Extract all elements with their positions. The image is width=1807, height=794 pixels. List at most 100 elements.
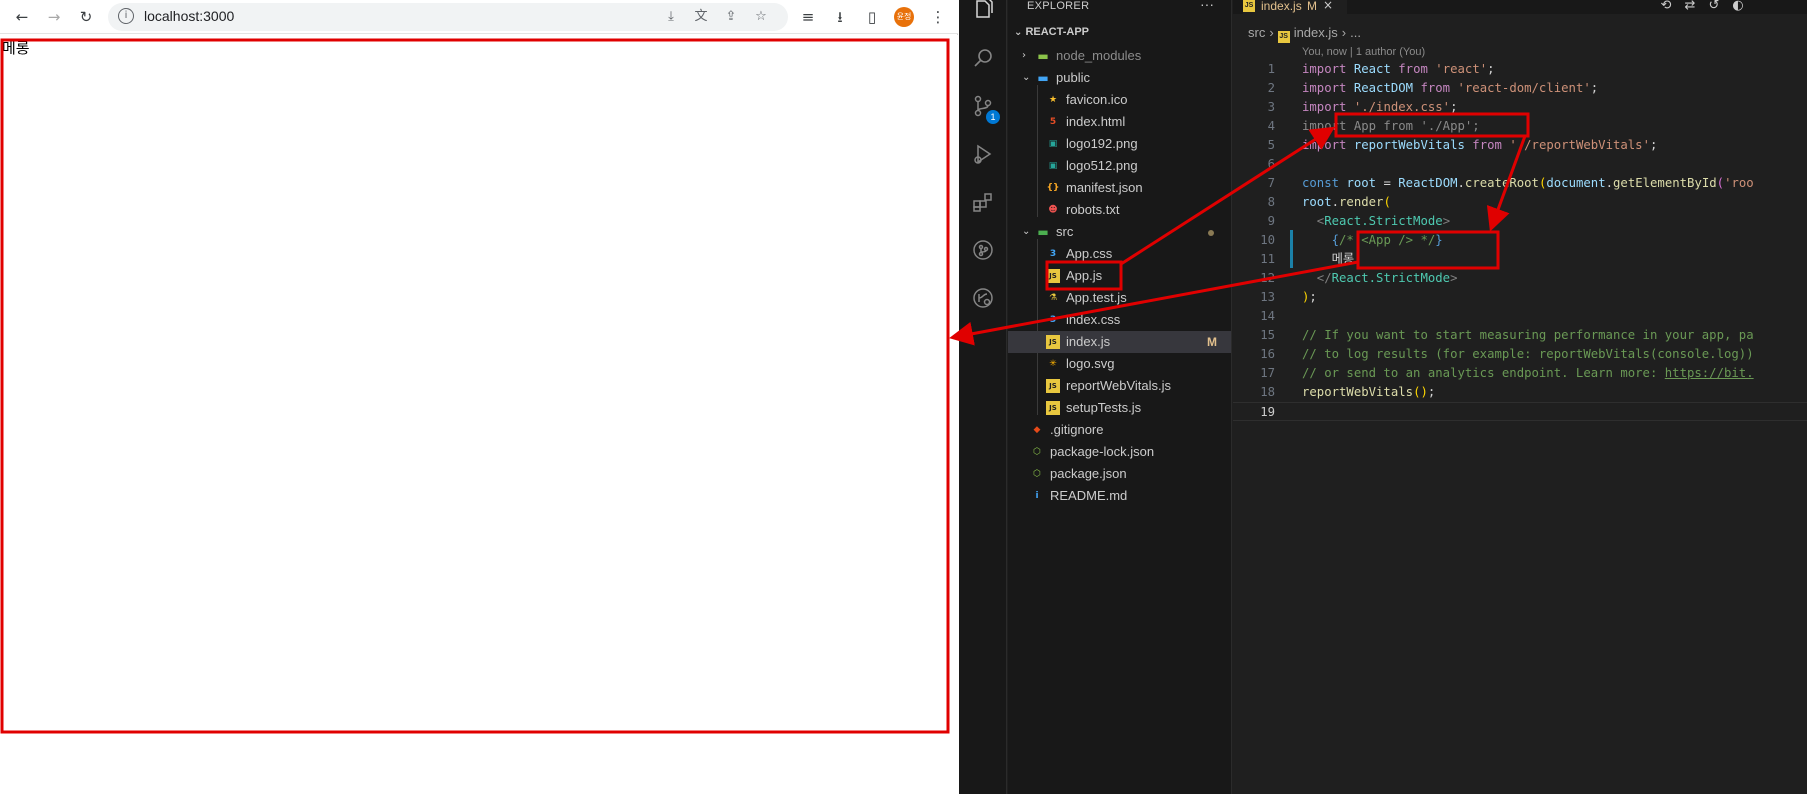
back-arrow-icon[interactable]: ← <box>11 6 33 28</box>
tree-item-label[interactable]: index.html <box>1066 111 1125 133</box>
address-bar[interactable]: i localhost:3000 ⤓ 文 ⇪ ☆ <box>108 3 788 31</box>
tree-item-index-js[interactable]: JS index.js M <box>1008 331 1231 353</box>
remote-explorer-icon[interactable] <box>971 286 995 310</box>
code-comment[interactable]: // to log results (for example: reportWe… <box>1302 345 1754 364</box>
code-line[interactable]: 14 <box>1233 307 1807 326</box>
chevron-down-icon[interactable]: ⌄ <box>1022 221 1032 243</box>
tree-item-index-css[interactable]: 3 index.css <box>1008 309 1231 331</box>
code-line[interactable]: 2 import ReactDOM from 'react-dom/client'… <box>1233 79 1807 98</box>
share-icon[interactable]: ⇪ <box>721 7 741 27</box>
open-changes-icon[interactable]: ◐ <box>1729 0 1747 14</box>
profile-avatar[interactable]: 윤정 <box>894 7 914 27</box>
code-line[interactable]: 8 root.render( <box>1233 193 1807 212</box>
go-back-change-icon[interactable]: ↺ <box>1705 0 1723 14</box>
code-line[interactable]: 17 // or send to an analytics endpoint. L… <box>1233 364 1807 383</box>
code-text[interactable]: {/* <App /> */} <box>1302 231 1443 250</box>
code-text[interactable]: import reportWebVitals from './reportWeb… <box>1302 136 1657 155</box>
tree-item-logo-svg[interactable]: ✳ logo.svg <box>1008 353 1231 375</box>
code-line[interactable]: 13); <box>1233 288 1807 307</box>
tree-item-label[interactable]: index.css <box>1066 309 1120 331</box>
code-link[interactable]: https://bit. <box>1665 366 1754 380</box>
tree-item-label[interactable]: index.js <box>1066 331 1110 353</box>
tree-item-app-test-js[interactable]: ⚗ App.test.js <box>1008 287 1231 309</box>
tree-item-index-html[interactable]: 5 index.html <box>1008 111 1231 133</box>
code-line[interactable]: 5 import reportWebVitals from './reportWe… <box>1233 136 1807 155</box>
code-text-unused[interactable]: import App from './App'; <box>1302 117 1480 136</box>
explorer-more-actions-icon[interactable]: ··· <box>1200 0 1214 12</box>
tree-item-label[interactable]: reportWebVitals.js <box>1066 375 1171 397</box>
tree-item-gitignore[interactable]: ◆ .gitignore <box>1008 419 1231 441</box>
explorer-files-icon[interactable] <box>971 0 995 20</box>
code-text[interactable]: import './index.css'; <box>1302 98 1457 117</box>
translate-icon[interactable]: 文 <box>691 7 711 27</box>
tree-item-manifest-json[interactable]: {} manifest.json <box>1008 177 1231 199</box>
tree-item-label[interactable]: node_modules <box>1056 45 1141 67</box>
tree-item-node-modules[interactable]: › ▬ node_modules <box>1008 45 1231 67</box>
timeline-history-icon[interactable]: ⟲ <box>1657 0 1675 14</box>
tree-item-robots-txt[interactable]: ☻ robots.txt <box>1008 199 1231 221</box>
tree-item-public[interactable]: ⌄ ▬ public <box>1008 67 1231 89</box>
tree-item-label[interactable]: App.css <box>1066 243 1112 265</box>
code-comment[interactable]: // If you want to start measuring perfor… <box>1302 326 1754 345</box>
tree-item-setuptests-js[interactable]: JS setupTests.js <box>1008 397 1231 419</box>
code-line[interactable]: 7 const root = ReactDOM.createRoot(docume… <box>1233 174 1807 193</box>
code-line[interactable]: 1 import React from 'react'; <box>1233 60 1807 79</box>
code-text[interactable]: <React.StrictMode> <box>1302 212 1450 231</box>
tree-item-src[interactable]: ⌄ ▬ src <box>1008 221 1231 243</box>
tree-item-logo512-png[interactable]: ▣ logo512.png <box>1008 155 1231 177</box>
tree-item-label[interactable]: manifest.json <box>1066 177 1143 199</box>
side-panel-icon[interactable]: ▯ <box>861 6 883 28</box>
code-line[interactable]: 18 reportWebVitals(); <box>1233 383 1807 402</box>
git-graph-icon[interactable] <box>971 238 995 262</box>
project-folder-header[interactable]: ⌄ REACT-APP <box>1014 26 1089 38</box>
tree-item-reportwebvitals-js[interactable]: JS reportWebVitals.js <box>1008 375 1231 397</box>
tree-item-label[interactable]: package.json <box>1050 463 1127 485</box>
project-name[interactable]: REACT-APP <box>1025 26 1089 38</box>
tree-item-label[interactable]: logo512.png <box>1066 155 1138 177</box>
tree-item-label[interactable]: public <box>1056 67 1090 89</box>
kebab-menu-icon[interactable]: ⋮ <box>927 6 949 28</box>
reload-icon[interactable]: ↻ <box>75 6 97 28</box>
tree-item-readme-md[interactable]: i README.md <box>1008 485 1231 507</box>
code-line[interactable]: 6 <box>1233 155 1807 174</box>
code-text[interactable]: reportWebVitals(); <box>1302 383 1435 402</box>
code-text[interactable]: import React from 'react'; <box>1302 60 1495 79</box>
tree-item-favicon-ico[interactable]: ★ favicon.ico <box>1008 89 1231 111</box>
extensions-icon[interactable] <box>971 190 995 214</box>
breadcrumb-file[interactable]: index.js <box>1294 25 1338 40</box>
git-blame-codelens[interactable]: You, now | 1 author (You) <box>1302 46 1425 58</box>
tab-label[interactable]: index.js <box>1261 0 1302 12</box>
tree-item-app-js[interactable]: JS App.js <box>1008 265 1231 287</box>
chevron-right-icon[interactable]: › <box>1022 45 1032 67</box>
tree-item-label[interactable]: src <box>1056 221 1073 243</box>
close-icon[interactable]: × <box>1323 0 1333 11</box>
run-debug-icon[interactable] <box>971 142 995 166</box>
code-text[interactable]: const root = ReactDOM.createRoot(documen… <box>1302 174 1754 193</box>
code-line[interactable]: 11 메롱 <box>1233 250 1807 269</box>
tree-item-label[interactable]: logo192.png <box>1066 133 1138 155</box>
code-text[interactable]: 메롱 <box>1302 250 1355 269</box>
reading-list-icon[interactable]: ≡ <box>797 6 819 28</box>
code-line[interactable]: 16 // to log results (for example: report… <box>1233 345 1807 364</box>
tab-index-js[interactable]: JS index.js M × <box>1243 0 1347 14</box>
tree-item-label[interactable]: README.md <box>1050 485 1127 507</box>
tree-item-label[interactable]: logo.svg <box>1066 353 1114 375</box>
code-editor[interactable]: 1 import React from 'react'; 2 import Reac… <box>1233 60 1807 794</box>
search-icon[interactable] <box>971 46 995 70</box>
breadcrumb-folder[interactable]: src <box>1248 25 1265 40</box>
chevron-down-icon[interactable]: ⌄ <box>1014 27 1022 38</box>
tree-item-logo192-png[interactable]: ▣ logo192.png <box>1008 133 1231 155</box>
forward-arrow-icon[interactable]: → <box>43 6 65 28</box>
tree-item-label[interactable]: favicon.ico <box>1066 89 1127 111</box>
breadcrumb-symbol[interactable]: ... <box>1350 25 1361 40</box>
tree-item-package-json[interactable]: ⬡ package.json <box>1008 463 1231 485</box>
code-line[interactable]: 10 {/* <App /> */} <box>1233 231 1807 250</box>
code-line[interactable]: 15 // If you want to start measuring perf… <box>1233 326 1807 345</box>
site-info-icon[interactable]: i <box>118 8 134 24</box>
code-line[interactable]: 3 import './index.css'; <box>1233 98 1807 117</box>
code-text[interactable]: // or send to an analytics endpoint. Lea… <box>1302 364 1754 383</box>
code-line[interactable]: 4 import App from './App'; <box>1233 117 1807 136</box>
code-line-current[interactable]: 19 <box>1233 402 1807 421</box>
code-text[interactable]: ); <box>1302 288 1317 307</box>
tree-item-label[interactable]: robots.txt <box>1066 199 1119 221</box>
